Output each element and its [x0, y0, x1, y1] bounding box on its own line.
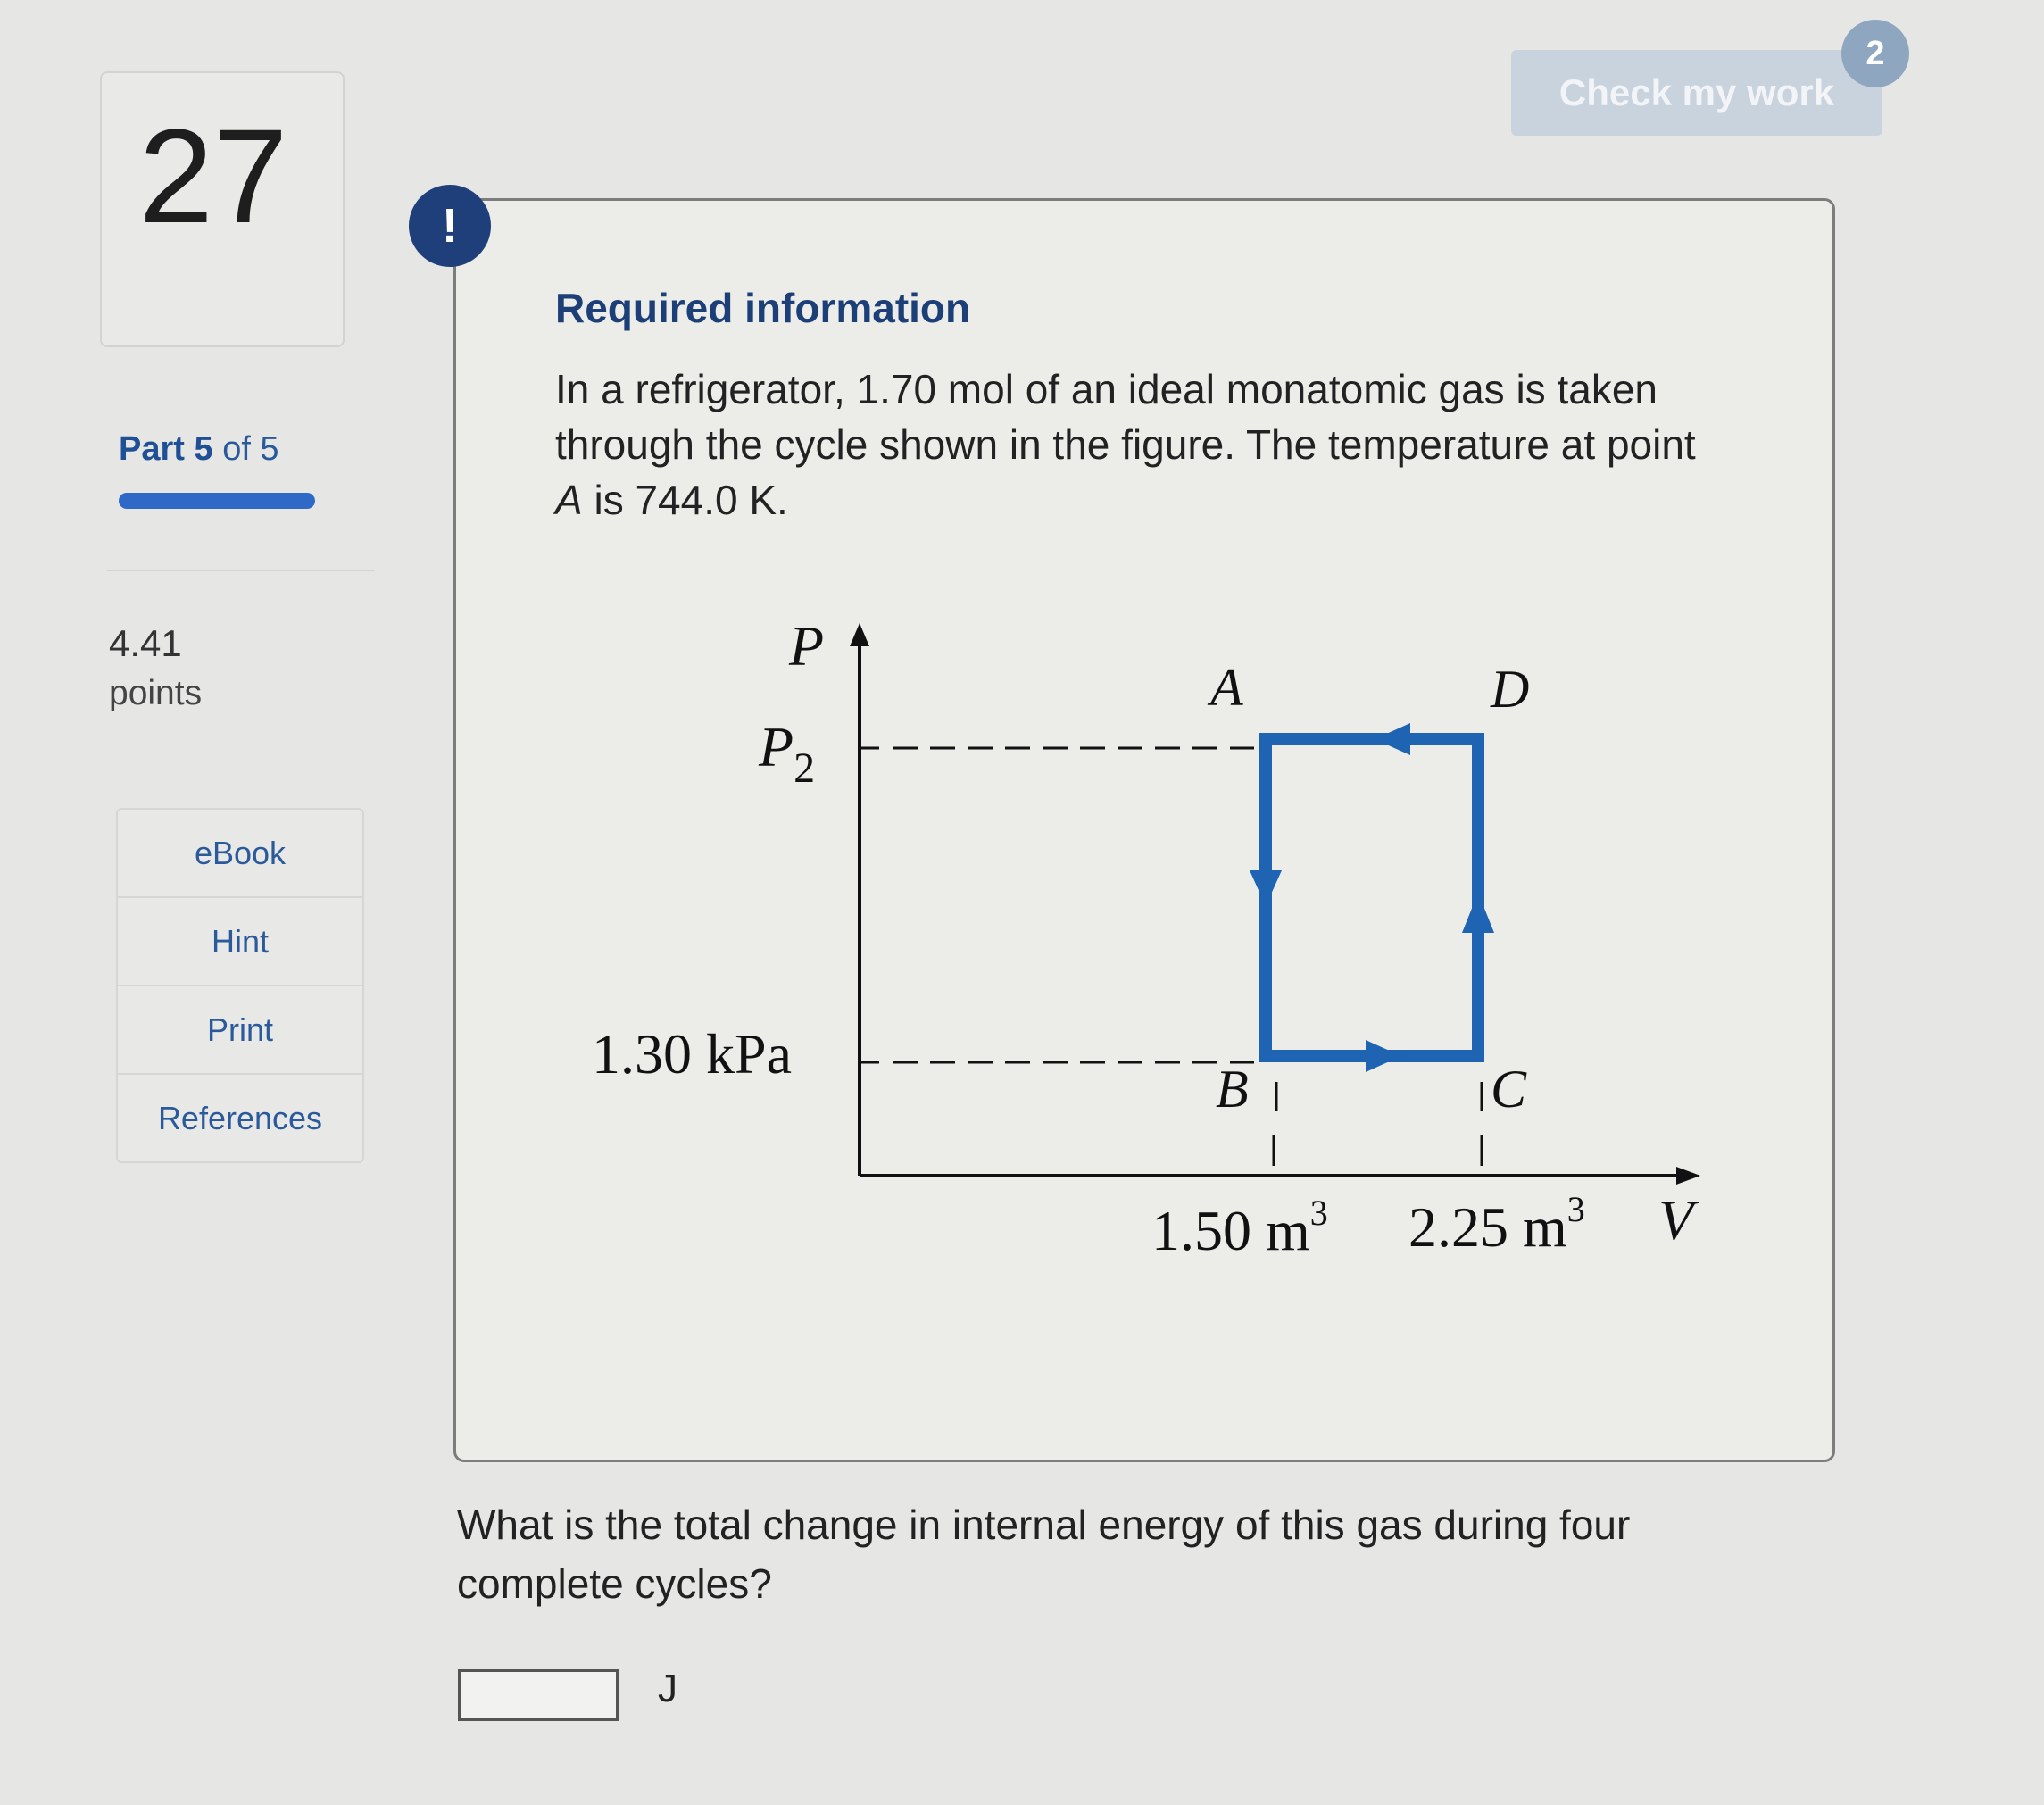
point-a-label: A — [1207, 658, 1243, 717]
part-current: 5 — [194, 430, 213, 468]
point-b-label: B — [1216, 1060, 1249, 1119]
v1-label-main: 1.50 m — [1151, 1199, 1310, 1262]
info-text-after: is 744.0 K. — [582, 477, 788, 523]
question-number-box: 27 — [100, 71, 345, 347]
cycle-path — [1250, 723, 1494, 1072]
v2-label-exp: 3 — [1567, 1189, 1585, 1229]
part-total: of 5 — [222, 430, 279, 468]
cycle-rectangle — [1259, 733, 1484, 1062]
question-number: 27 — [138, 100, 288, 251]
part-indicator: Part 5 of 5 — [119, 430, 279, 469]
points-value: 4.41 — [109, 622, 182, 664]
p2-label-main: P — [758, 715, 794, 778]
p2-label: P2 — [758, 715, 815, 792]
arrow-d-to-a — [1375, 723, 1410, 755]
print-button[interactable]: Print — [118, 986, 362, 1075]
pv-diagram: P P2 1.30 kPa A D B C 1.50 m3 2.25 m3 V — [592, 614, 1700, 1262]
answer-input[interactable] — [458, 1669, 619, 1721]
tools-panel: eBook Hint Print References — [116, 808, 364, 1163]
check-my-work-button[interactable]: Check my work — [1511, 50, 1882, 136]
point-c-label: C — [1491, 1060, 1527, 1119]
v-axis-label: V — [1658, 1188, 1699, 1252]
hint-button[interactable]: Hint — [118, 898, 362, 986]
p-axis-label: P — [788, 614, 824, 678]
p-low-label: 1.30 kPa — [592, 1022, 792, 1085]
part-progress-bar — [119, 493, 315, 509]
dashed-guides — [860, 746, 1483, 1166]
figure-labels: P P2 1.30 kPa A D B C 1.50 m3 2.25 m3 V — [592, 614, 1699, 1262]
part-prefix: Part — [119, 430, 185, 468]
v1-label-exp: 3 — [1310, 1193, 1328, 1233]
p2-label-sub: 2 — [794, 744, 815, 792]
sidebar-divider — [107, 570, 375, 571]
required-information-title: Required information — [555, 285, 971, 331]
question-text: What is the total change in internal ene… — [457, 1501, 1631, 1607]
v2-label: 2.25 m3 — [1408, 1189, 1585, 1259]
points-label: points — [109, 674, 203, 712]
references-button[interactable]: References — [118, 1075, 362, 1161]
arrow-a-to-b — [1250, 870, 1282, 906]
v-axis-arrowhead — [1676, 1167, 1700, 1185]
arrow-b-to-c — [1366, 1040, 1401, 1072]
v2-label-main: 2.25 m — [1408, 1195, 1567, 1259]
p-axis-arrowhead — [850, 623, 869, 646]
answer-unit: J — [658, 1667, 677, 1710]
ebook-button[interactable]: eBook — [118, 810, 362, 898]
arrow-c-to-d — [1462, 893, 1494, 933]
attempts-badge: 2 — [1841, 20, 1909, 87]
required-information-text: In a refrigerator, 1.70 mol of an ideal … — [555, 362, 1716, 528]
info-text-before: In a refrigerator, 1.70 mol of an ideal … — [555, 366, 1696, 468]
info-text-point: A — [555, 477, 583, 523]
point-d-label: D — [1490, 660, 1529, 719]
alert-icon: ! — [409, 185, 491, 267]
v1-label: 1.50 m3 — [1151, 1193, 1328, 1262]
